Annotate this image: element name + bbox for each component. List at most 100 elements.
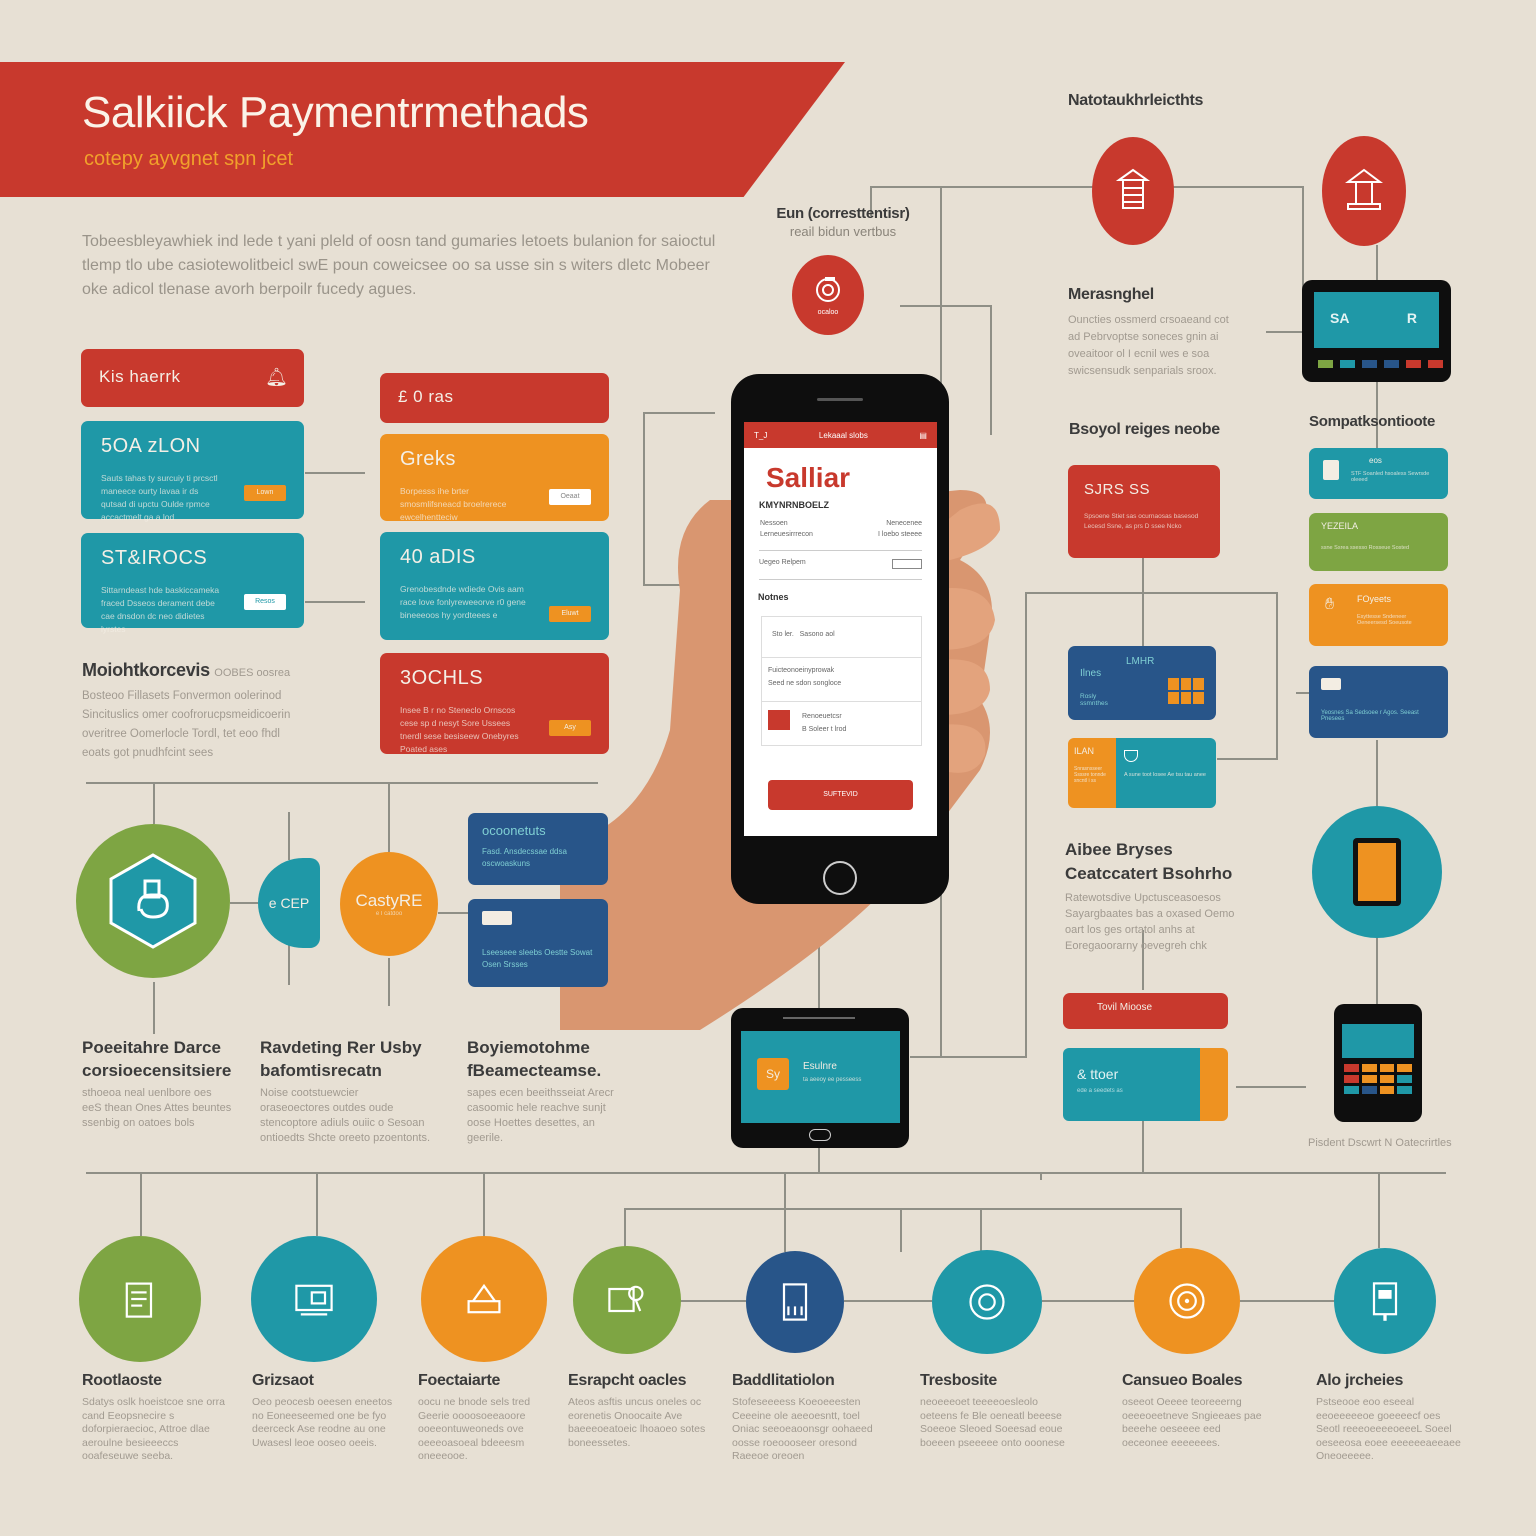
terminal-screen: SA R: [1314, 292, 1439, 348]
flow-card[interactable]: SJRS SS Spsoene Stiet sas ocurnaosas bas…: [1068, 465, 1220, 558]
tablet-screen: Sy Esulnre ta aeeoy ee pesseess: [741, 1031, 900, 1123]
method-circle[interactable]: ocaloo: [792, 255, 864, 335]
kiosk-icon: [1345, 168, 1383, 210]
terminal-text: R: [1406, 310, 1417, 326]
payment-card[interactable]: Greks Borpesss ihe brter smosmlifsneacd …: [380, 434, 609, 522]
card-button[interactable]: Lown: [244, 485, 286, 501]
connector: [288, 945, 290, 985]
key[interactable]: [1340, 360, 1355, 368]
card-button[interactable]: Eluwt: [549, 606, 591, 622]
connector: [230, 902, 258, 904]
home-button[interactable]: [809, 1129, 831, 1141]
card-reader-icon: [467, 1283, 501, 1314]
intro-paragraph: Tobeesbleyawhiek ind lede t yani pleld o…: [82, 233, 716, 298]
payment-card[interactable]: 3OCHLS Insee B r no Steneclo Ornscos ces…: [380, 653, 609, 754]
split-left: ILAN Snrasnsseer Ssssre tonnde sncntl i …: [1068, 738, 1116, 808]
step-circle[interactable]: [746, 1251, 844, 1353]
form-field[interactable]: Fuicteonoeinyprowak Seed ne sdon songloc…: [761, 658, 922, 702]
column-heading: Poeeitahre Darce corsioecensitsiere: [82, 1038, 232, 1080]
step-circle[interactable]: [1334, 1248, 1436, 1354]
payment-terminal: SA R: [1302, 280, 1451, 382]
method-label: Uegeo Relpem: [759, 559, 806, 566]
step-circle[interactable]: [932, 1250, 1042, 1354]
form-field[interactable]: Sto ler. Sasono aol: [761, 616, 922, 658]
step-circle[interactable]: [79, 1236, 201, 1362]
card-title: 5OA zLON: [101, 435, 201, 457]
method-card[interactable]: Yeosnes Sa Sedsoee r Agos. Seeast Pnesee…: [1309, 666, 1448, 738]
phone-card-icon: [782, 1283, 808, 1321]
connector: [1296, 692, 1310, 694]
info-card[interactable]: ocoonetuts Fasd. Ansdecssae ddsa oscwoas…: [468, 813, 608, 885]
home-button[interactable]: [823, 861, 857, 895]
connector: [870, 186, 1302, 188]
method-card[interactable]: YEZEILA ssne Ssrea ssesso Rosseue Sosted: [1309, 513, 1448, 571]
section-title: Notnes: [758, 592, 789, 602]
method-circle[interactable]: [1322, 136, 1406, 246]
connector: [140, 1172, 142, 1236]
submit-button[interactable]: SUFTEVID: [768, 780, 913, 810]
step-circle[interactable]: [573, 1246, 681, 1354]
connector: [153, 982, 155, 1034]
label-block: Eun (corresttentisr) reail bidun vertbus: [772, 205, 914, 241]
step-circle[interactable]: [251, 1236, 377, 1362]
connector: [153, 782, 155, 824]
card-button[interactable]: Oeaat: [549, 489, 591, 505]
key[interactable]: [1428, 360, 1443, 368]
card-title: YEZEILA: [1321, 521, 1359, 531]
card-body: Borpesss ihe brter smosmlifsneacd broelr…: [400, 486, 507, 522]
key[interactable]: [1406, 360, 1421, 368]
tablet-label: Esulnre: [803, 1061, 837, 1072]
step-circle[interactable]: [421, 1236, 547, 1362]
connector: [624, 1208, 626, 1248]
connector: [305, 472, 365, 474]
step-body: Stofeseeeess Koeoeeesten Ceeeine ole aee…: [732, 1396, 873, 1462]
detail-value: I loebo steeee: [878, 531, 922, 538]
connector: [624, 1208, 982, 1210]
info-card[interactable]: Lseeseee sleebs Oestte Sowat Osen Srsses: [468, 899, 608, 987]
section-heading: Sompatksontioote: [1309, 413, 1436, 430]
payment-card[interactable]: ST&IROCS Sittarndeast hde baskiccameka f…: [81, 533, 304, 634]
step-label: CastyRE: [355, 891, 423, 910]
pos-caption: Pisdent Dscwrt N Oatecrirtles: [1308, 1137, 1452, 1149]
connector: [1180, 1208, 1182, 1248]
method-row[interactable]: Uegeo Relpem: [759, 550, 922, 569]
card-title: ocoonetuts: [482, 823, 546, 838]
method-card[interactable]: eos STF Soanled hsoaless Sewrsde oleeed: [1309, 448, 1448, 499]
left-header-card[interactable]: Kis haerrk 🔔︎: [81, 349, 304, 407]
card-body: Fasd. Ansdecssae ddsa oscwoaskuns: [482, 847, 567, 868]
split-card[interactable]: ILAN Snrasnsseer Ssssre tonnde sncntl i …: [1068, 738, 1216, 808]
device-circle[interactable]: [1312, 806, 1442, 938]
step-circle[interactable]: e CEP: [258, 858, 320, 948]
wallet-hexagon-icon: [109, 853, 197, 949]
form-field[interactable]: Renoeuetcsr B Soleer t lrod: [761, 702, 922, 746]
status-card[interactable]: & ttoer ede a seedets as: [1063, 1048, 1228, 1121]
pos-card-icon: [295, 1284, 333, 1316]
block-heading: Merasnghel: [1068, 286, 1154, 303]
card-button[interactable]: Asy: [549, 720, 591, 736]
key[interactable]: [1318, 360, 1333, 368]
step-title: Esrapcht oacles: [568, 1372, 687, 1389]
payment-card[interactable]: 5OA zLON Sauts tahas ty surcuiy ti prcsc…: [81, 421, 304, 522]
document-icon: [125, 1282, 153, 1318]
payment-card[interactable]: 40 aDIS Grenobesdnde wdiede Ovis aam rac…: [380, 532, 609, 640]
back-icon[interactable]: T_J: [754, 431, 767, 440]
card-button[interactable]: Resos: [244, 594, 286, 610]
page-subtitle: cotepy ayvgnet spn jcet: [84, 148, 294, 170]
phone-icon: [1323, 460, 1339, 480]
step-circle[interactable]: [1134, 1248, 1240, 1354]
step-text: Cansueo Boales oseeot Oeeee teoreeerng oe…: [1122, 1372, 1267, 1450]
menu-icon[interactable]: ▤: [919, 431, 927, 440]
action-bar[interactable]: Tovil Mioose: [1063, 993, 1228, 1029]
wallet-circle[interactable]: [76, 824, 230, 978]
method-card[interactable]: ✋︎ FOyeets Esyttesse Sndeneer Oeneersesd…: [1309, 584, 1448, 646]
middle-header-card[interactable]: £ 0 ras: [380, 373, 609, 423]
checkbox-icon[interactable]: [768, 710, 790, 730]
detail-row: Nessoen Lerneuesirrrecon Nenecenee I loebo…: [744, 510, 937, 540]
flow-card[interactable]: LMHR Ilnes Rosly ssmnthes: [1068, 646, 1216, 720]
section-heading: Natotaukhrleicthts: [1068, 92, 1204, 109]
key[interactable]: [1362, 360, 1377, 368]
connector: [86, 1172, 1446, 1174]
step-circle[interactable]: CastyRE e I catdoo: [340, 852, 438, 956]
method-circle[interactable]: [1092, 137, 1174, 245]
key[interactable]: [1384, 360, 1399, 368]
